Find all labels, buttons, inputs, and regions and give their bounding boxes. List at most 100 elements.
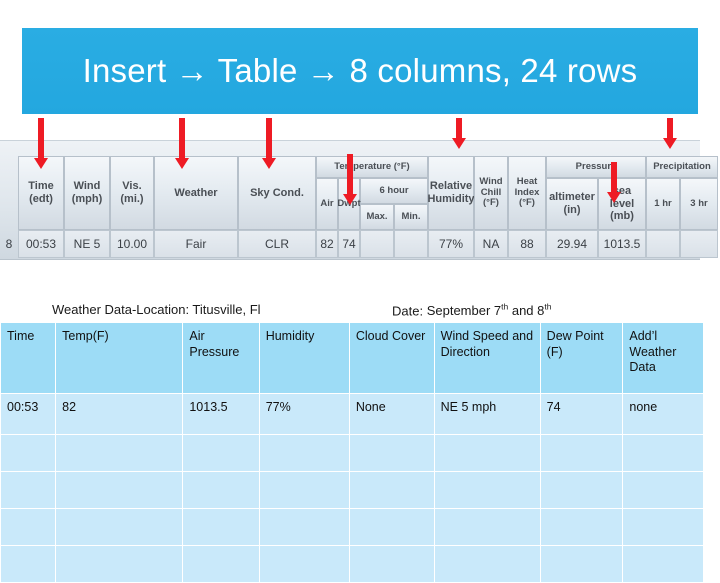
table-cell[interactable] <box>258 434 350 472</box>
weather-data-table[interactable]: Time Temp(F) Air Pressure Humidity Cloud… <box>0 322 704 583</box>
screenshot-header-cell: 6 hour <box>360 178 428 204</box>
column-header-time: Time <box>0 322 57 394</box>
screenshot-header-cell: Heat Index (°F) <box>508 156 546 230</box>
table-header-row-group: Time Temp(F) Air Pressure Humidity Cloud… <box>0 322 704 394</box>
caption: Weather Data-Location: Titusville, Fl Da… <box>52 302 672 320</box>
table-cell[interactable] <box>348 434 435 472</box>
screenshot-data-cell: NE 5 <box>64 230 110 258</box>
table-cell[interactable] <box>0 545 57 583</box>
table-cell[interactable]: 82 <box>55 393 184 435</box>
weather-screenshot-inner: Time (edt) Wind (mph) Vis. (mi.) Weather Sky Co… <box>0 118 720 278</box>
screenshot-header-cell: Weather <box>154 156 238 230</box>
table-cell[interactable] <box>0 471 57 509</box>
screenshot-header-cell: Temperature (°F) <box>316 156 428 178</box>
red-arrow-icon <box>343 154 357 205</box>
red-arrow-icon <box>34 118 48 169</box>
column-header-dew-point: Dew Point (F) <box>539 322 624 394</box>
table-cell[interactable] <box>539 434 624 472</box>
column-header-temp: Temp(F) <box>55 322 184 394</box>
table-cell[interactable]: None <box>348 393 435 435</box>
screenshot-header-cell: Max. <box>360 204 394 230</box>
table-cell[interactable]: 00:53 <box>0 393 57 435</box>
table-cell[interactable]: 77% <box>258 393 350 435</box>
screenshot-data-cell: 10.00 <box>110 230 154 258</box>
title-banner: Insert → Table → 8 columns, 24 rows <box>22 28 698 114</box>
table-cell[interactable] <box>182 434 260 472</box>
caption-date-first: September 7 <box>426 303 502 319</box>
screenshot-header-cell: Min. <box>394 204 428 230</box>
table-cell[interactable] <box>433 471 541 509</box>
column-header-cloud-cover: Cloud Cover <box>348 322 435 394</box>
screenshot-header-cell: Air <box>316 178 338 230</box>
red-arrow-icon <box>262 118 276 169</box>
table-cell[interactable] <box>182 471 260 509</box>
screenshot-header-cell: Vis. (mi.) <box>110 156 154 230</box>
table-cell[interactable] <box>55 434 184 472</box>
table-cell[interactable] <box>258 545 350 583</box>
column-header-wind: Wind Speed and Direction <box>433 322 541 394</box>
table-cell[interactable] <box>258 471 350 509</box>
column-header-air-pressure: Air Pressure <box>182 322 260 394</box>
table-cell[interactable] <box>539 545 624 583</box>
table-header-row: Time Temp(F) Air Pressure Humidity Cloud… <box>0 322 704 394</box>
screenshot-header-cell: 3 hr <box>680 178 718 230</box>
screenshot-data-cell: CLR <box>238 230 316 258</box>
table-cell[interactable] <box>622 434 704 472</box>
table-cell[interactable] <box>622 545 704 583</box>
caption-location: Weather Data-Location: Titusville, Fl <box>52 302 261 317</box>
screenshot-data-cell: 00:53 <box>18 230 64 258</box>
table-cell[interactable] <box>622 471 704 509</box>
caption-date: Date: September 7th and 8th <box>392 302 551 318</box>
screenshot-data-cell: 82 <box>316 230 338 258</box>
caption-date-label: Date: <box>392 303 424 319</box>
red-arrow-icon <box>607 162 621 203</box>
caption-date-mid: and 8 <box>508 303 545 319</box>
caption-date-value: September 7th and 8th <box>426 302 552 319</box>
column-header-humidity: Humidity <box>258 322 350 394</box>
screenshot-data-cell: 77% <box>428 230 474 258</box>
screenshot-header-cell: Precipitation <box>646 156 718 178</box>
screenshot-header-cell: sea level (mb) <box>598 178 646 230</box>
screenshot-data-cell <box>680 230 718 258</box>
table-cell[interactable] <box>348 471 435 509</box>
table-cell[interactable] <box>55 471 184 509</box>
table-cell[interactable]: NE 5 mph <box>433 393 541 435</box>
table-cell[interactable]: 1013.5 <box>182 393 260 435</box>
caption-date-sup2: th <box>544 302 552 312</box>
page-title: Insert → Table → 8 columns, 24 rows <box>82 52 638 89</box>
table-row[interactable]: 00:53 82 1013.5 77% None NE 5 mph 74 non… <box>0 393 704 435</box>
table-cell[interactable] <box>433 434 541 472</box>
table-cell[interactable] <box>182 545 260 583</box>
table-cell[interactable] <box>539 471 624 509</box>
screenshot-row-prefix: 8 <box>5 237 13 251</box>
screenshot-data-cell: 29.94 <box>546 230 598 258</box>
screenshot-header-cell: Pressure <box>546 156 646 178</box>
screenshot-data-cell: 1013.5 <box>598 230 646 258</box>
table-row[interactable] <box>0 434 704 472</box>
table-cell[interactable] <box>0 434 57 472</box>
column-header-additional: Add’l Weather Data <box>622 322 704 394</box>
screenshot-header-cell: altimeter (in) <box>546 178 598 230</box>
screenshot-header-cell: Relative Humidity <box>427 156 475 230</box>
table-body: 00:53 82 1013.5 77% None NE 5 mph 74 non… <box>0 393 704 583</box>
table-row[interactable] <box>0 545 704 583</box>
screenshot-header-cell: Wind (mph) <box>64 156 110 230</box>
screenshot-data-cell: NA <box>474 230 508 258</box>
screenshot-header-cell: Sky Cond. <box>238 156 316 230</box>
red-arrow-icon <box>452 118 466 149</box>
screenshot-header-cell: Wind Chill (°F) <box>474 156 508 230</box>
screenshot-data-cell: 88 <box>508 230 546 258</box>
screenshot-data-cell <box>360 230 394 258</box>
table-cell[interactable] <box>55 545 184 583</box>
weather-screenshot: Time (edt) Wind (mph) Vis. (mi.) Weather Sky Co… <box>0 118 720 278</box>
screenshot-header-cell: 1 hr <box>646 178 680 230</box>
screenshot-data-cell: 74 <box>338 230 360 258</box>
table-cell[interactable]: none <box>622 393 704 435</box>
table-cell[interactable] <box>433 545 541 583</box>
table-row[interactable] <box>0 471 704 509</box>
red-arrow-icon <box>663 118 677 149</box>
table-cell[interactable]: 74 <box>539 393 624 435</box>
screenshot-data-cell <box>646 230 680 258</box>
table-cell[interactable] <box>348 545 435 583</box>
screenshot-data-cell: Fair <box>154 230 238 258</box>
